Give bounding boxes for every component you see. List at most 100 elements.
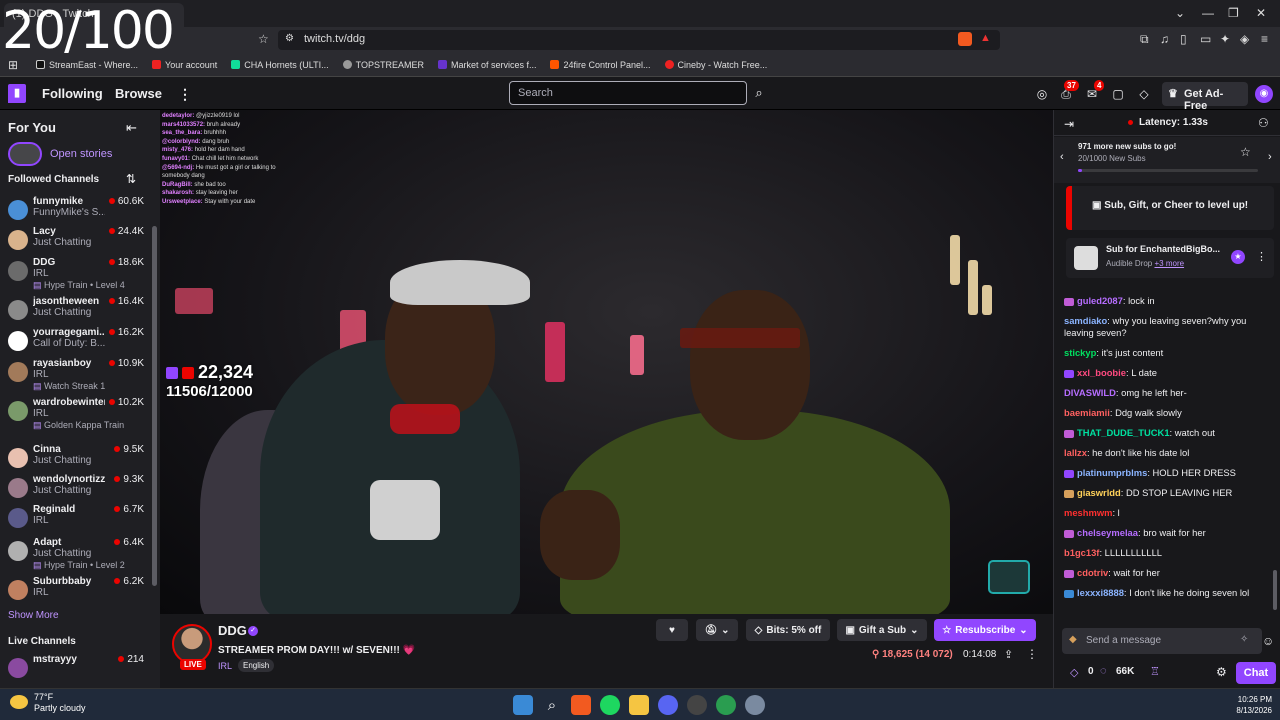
close-icon[interactable]: ✕ bbox=[1256, 6, 1266, 20]
chat-message[interactable]: xxl_boobie: L date bbox=[1064, 367, 1276, 379]
sidebar-item-channel[interactable]: Lacy Just Chatting 24.4K bbox=[0, 226, 150, 256]
extensions-icon[interactable]: ⧉ bbox=[1140, 32, 1149, 47]
whispers-icon[interactable]: ▢ bbox=[1110, 86, 1126, 102]
search-icon[interactable]: ⌕ bbox=[749, 83, 769, 103]
video-player[interactable]: dedetaylor: @yjizzle0919 lol mars4103357… bbox=[160, 110, 1053, 614]
menu-icon[interactable]: ≡ bbox=[1261, 32, 1268, 46]
chat-message[interactable]: cdotriv: wait for her bbox=[1064, 567, 1276, 579]
chat-message[interactable]: samdiako: why you leaving seven?why you … bbox=[1064, 315, 1276, 339]
chat-username[interactable]: b1gc13f bbox=[1064, 547, 1099, 558]
vpn-icon[interactable]: ◈ bbox=[1240, 32, 1249, 46]
chat-message[interactable]: DIVASWILD: omg he left her- bbox=[1064, 387, 1276, 399]
collapse-sidebar-icon[interactable]: ⇤ bbox=[126, 120, 137, 136]
share-icon[interactable]: ⇪ bbox=[1004, 648, 1013, 661]
chat-message[interactable]: THAT_DUDE_TUCK1: watch out bbox=[1064, 427, 1276, 439]
drops-icon[interactable]: ◎ bbox=[1034, 86, 1050, 102]
bits-button[interactable]: ◇ Bits: 5% off bbox=[746, 619, 830, 641]
bookmark-icon[interactable]: ☆ bbox=[258, 32, 269, 46]
chat-username[interactable]: stickyp bbox=[1064, 347, 1096, 358]
minimize-icon[interactable]: — bbox=[1202, 6, 1214, 20]
brave-icon[interactable] bbox=[571, 695, 591, 715]
bits-icon[interactable]: ◇ bbox=[1136, 86, 1152, 102]
bookmark-item[interactable]: Market of services f... bbox=[437, 60, 536, 70]
discord-icon[interactable] bbox=[658, 695, 678, 715]
channel-points-icon[interactable]: ◌ bbox=[1100, 665, 1107, 677]
twitch-logo-icon[interactable]: ▮ bbox=[8, 84, 26, 103]
settings-icon[interactable]: ⚙ bbox=[1216, 665, 1227, 679]
gift-sub-button[interactable]: ▣ Gift a Sub ⌄ bbox=[837, 619, 927, 641]
spotify-icon[interactable] bbox=[600, 695, 620, 715]
chat-message[interactable]: meshmwm: l bbox=[1064, 507, 1276, 519]
sub-goal-banner[interactable]: ‹ 971 more new subs to go! 20/1000 New S… bbox=[1054, 137, 1280, 183]
emote-picker-icon[interactable]: ☺ bbox=[1262, 634, 1274, 648]
notifications-toggle-button[interactable]: 🔕︎ ⌄ bbox=[696, 619, 738, 641]
user-avatar[interactable]: ◉ bbox=[1255, 85, 1273, 103]
more-dots-icon[interactable]: ⋮ bbox=[178, 86, 192, 103]
sidebar-scrollbar[interactable] bbox=[152, 226, 157, 586]
more-options-icon[interactable]: ⋮ bbox=[1026, 647, 1038, 661]
app-icon[interactable] bbox=[687, 695, 707, 715]
settings-icon[interactable] bbox=[745, 695, 765, 715]
bookmark-item[interactable]: Cineby - Watch Free... bbox=[664, 60, 767, 70]
chat-input[interactable]: ◆ Send a message ✧ bbox=[1062, 628, 1262, 654]
bits-icon[interactable]: ◆ bbox=[1069, 634, 1077, 645]
chat-scrollbar[interactable] bbox=[1273, 570, 1277, 610]
chat-message[interactable]: chelseymelaa: bro wait for her bbox=[1064, 527, 1276, 539]
sidebar-item-channel[interactable]: Adapt Just Chatting ▤ Hype Train • Level 2… bbox=[0, 537, 150, 570]
sidebar-item-live-channel[interactable]: mstrayyy 214 bbox=[0, 654, 150, 684]
get-ad-free-button[interactable]: ♛ Get Ad-Free bbox=[1162, 82, 1248, 112]
bookmark-item[interactable]: TOPSTREAMER bbox=[342, 60, 424, 70]
stream-category[interactable]: IRL bbox=[218, 661, 232, 671]
sidebar-item-channel[interactable]: yourragegami... Call of Duty: B... 16.2K bbox=[0, 327, 150, 357]
chevron-right-icon[interactable]: › bbox=[1268, 151, 1272, 163]
follow-heart-button[interactable]: ♥ bbox=[656, 619, 688, 641]
sidebar-item-channel[interactable]: wardrobewinter IRL ▤ Golden Kappa Train 10.… bbox=[0, 397, 150, 430]
bookmark-item[interactable]: 24fire Control Panel... bbox=[550, 60, 651, 70]
language-tag[interactable]: English bbox=[238, 659, 275, 672]
chat-message[interactable]: giaswrldd: DD STOP LEAVING HER bbox=[1064, 487, 1276, 499]
chat-username[interactable]: chelseymelaa bbox=[1077, 527, 1138, 538]
resubscribe-button[interactable]: ☆ Resubscribe ⌄ bbox=[934, 619, 1036, 641]
more-options-icon[interactable]: ⋮ bbox=[1256, 250, 1267, 263]
nav-following[interactable]: Following bbox=[42, 86, 103, 101]
bookmark-item[interactable]: CHA Hornets (ULTI... bbox=[231, 60, 329, 70]
file-explorer-icon[interactable] bbox=[629, 695, 649, 715]
chat-username[interactable]: guled2087 bbox=[1077, 295, 1123, 306]
system-clock[interactable]: 10:26 PM 8/13/2026 bbox=[1222, 694, 1272, 716]
more-drops-link[interactable]: +3 more bbox=[1154, 259, 1184, 268]
sidebar-item-channel[interactable]: DDG IRL ▤ Hype Train • Level 4 18.6K bbox=[0, 257, 150, 290]
chevron-down-icon[interactable]: ⌄ bbox=[1175, 6, 1185, 20]
chat-username[interactable]: platinumprblms bbox=[1077, 467, 1147, 478]
chat-message[interactable]: lallzx: he don't like his date lol bbox=[1064, 447, 1276, 459]
chat-username[interactable]: THAT_DUDE_TUCK1 bbox=[1077, 427, 1170, 438]
wallet-icon[interactable]: ▭ bbox=[1200, 32, 1211, 46]
chat-send-button[interactable]: Chat bbox=[1236, 662, 1276, 684]
chat-message[interactable]: b1gc13f: LLLLLLLLLLL bbox=[1064, 547, 1276, 559]
chat-username[interactable]: lallzx bbox=[1064, 447, 1087, 458]
streamer-avatar[interactable] bbox=[172, 624, 212, 664]
chat-message[interactable]: guled2087: lock in bbox=[1064, 295, 1276, 307]
chat-message[interactable]: platinumprblms: HOLD HER DRESS bbox=[1064, 467, 1276, 479]
site-settings-icon[interactable]: ⚙ bbox=[285, 33, 294, 44]
sidebar-item-channel[interactable]: Suburbbaby IRL 6.2K bbox=[0, 576, 150, 606]
chat-username[interactable]: meshmwm bbox=[1064, 507, 1112, 518]
sort-icon[interactable]: ⇅ bbox=[126, 172, 136, 186]
chat-username[interactable]: giaswrldd bbox=[1077, 487, 1121, 498]
star-icon[interactable]: ☆ bbox=[1240, 145, 1251, 159]
weather-widget[interactable]: 77°F Partly cloudy bbox=[10, 692, 86, 714]
chat-username[interactable]: xxl_boobie bbox=[1077, 367, 1126, 378]
sidebar-item-channel[interactable]: wendolynortizz Just Chatting 9.3K bbox=[0, 474, 150, 504]
show-more-link[interactable]: Show More bbox=[8, 610, 59, 621]
url-field[interactable]: ⚙ twitch.tv/ddg bbox=[278, 30, 1000, 50]
hype-train-level-up-banner[interactable]: ▣ Sub, Gift, or Cheer to level up! bbox=[1066, 186, 1274, 230]
bits-icon[interactable]: ◇ bbox=[1070, 666, 1078, 679]
music-icon[interactable]: ♫ bbox=[1160, 32, 1169, 46]
sidebar-item-channel[interactable]: jasontheween Just Chatting 16.4K bbox=[0, 296, 150, 326]
chrome-icon[interactable] bbox=[716, 695, 736, 715]
start-icon[interactable] bbox=[513, 695, 533, 715]
sidebar-item-channel[interactable]: funnymike FunnyMike's S... 60.6K bbox=[0, 196, 150, 226]
community-icon[interactable]: ⚇ bbox=[1258, 116, 1269, 130]
chat-message[interactable]: baemiamii: Ddg walk slowly bbox=[1064, 407, 1276, 419]
chevron-left-icon[interactable]: ‹ bbox=[1060, 151, 1064, 163]
chat-username[interactable]: cdotriv bbox=[1077, 567, 1108, 578]
